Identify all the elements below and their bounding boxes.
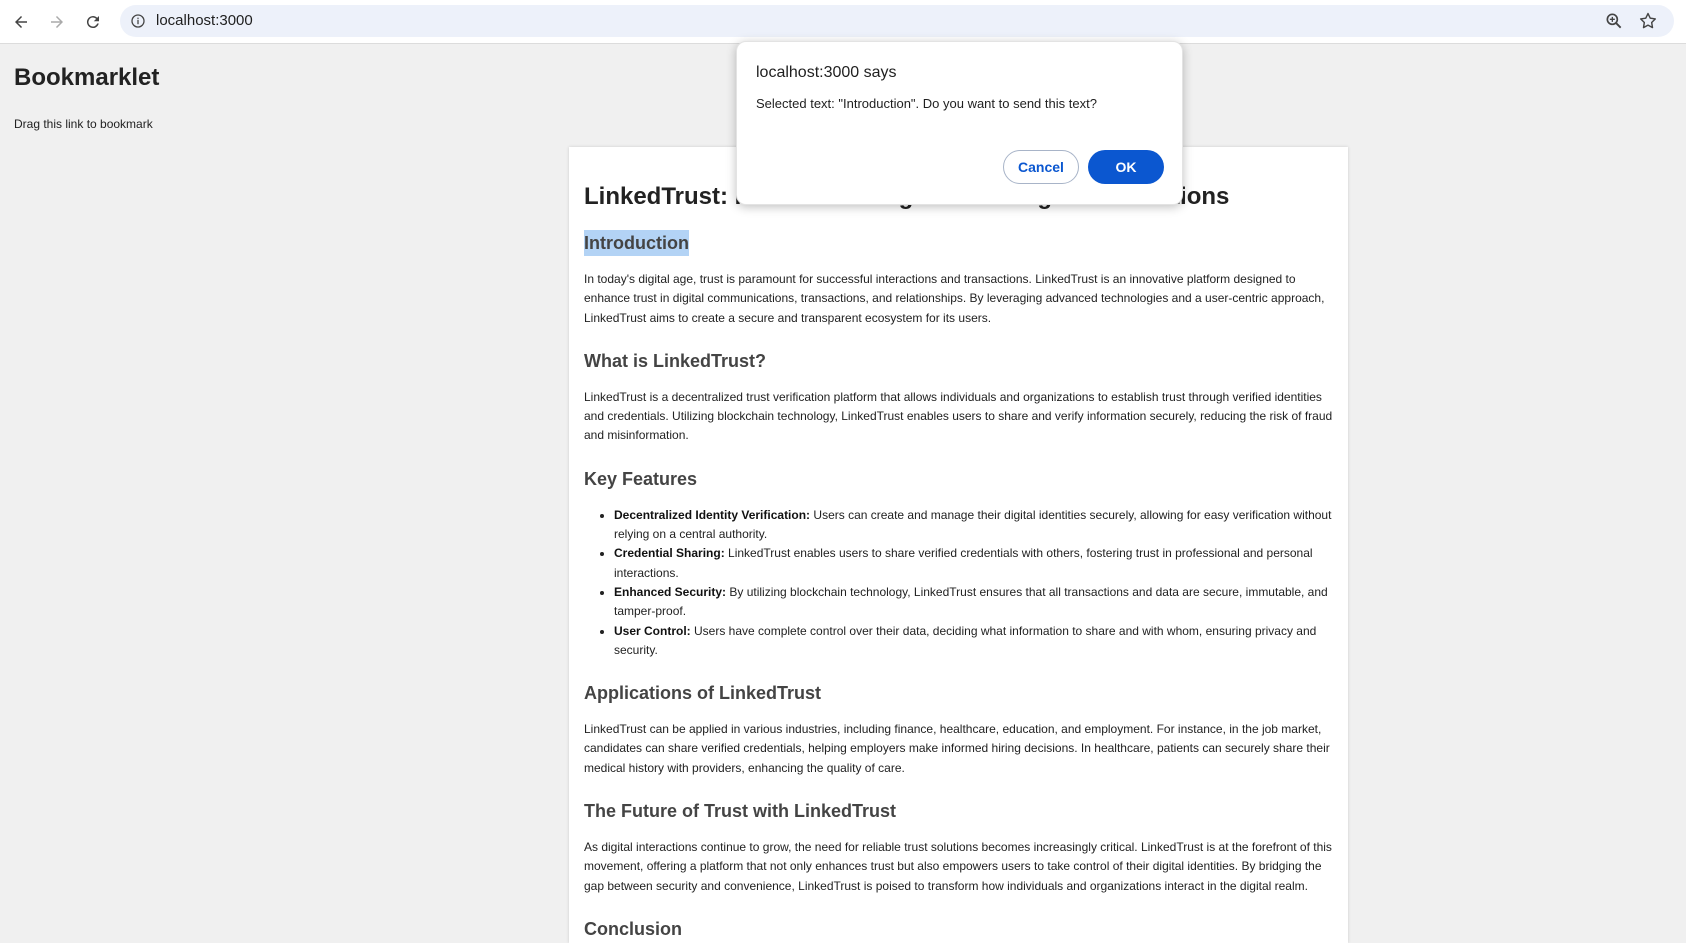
list-item: Decentralized Identity Verification: Use… bbox=[614, 506, 1333, 545]
ok-button[interactable]: OK bbox=[1088, 150, 1164, 184]
url-text[interactable]: localhost:3000 bbox=[156, 12, 253, 29]
forward-button[interactable] bbox=[43, 8, 71, 36]
article-card: LinkedTrust: Revolutionizing Trust in Di… bbox=[569, 147, 1348, 943]
feature-name: Decentralized Identity Verification: bbox=[614, 507, 811, 522]
bookmarklet-link[interactable]: Drag this link to bookmark bbox=[14, 117, 153, 131]
feature-text: Users have complete control over their d… bbox=[614, 623, 1317, 657]
reload-button[interactable] bbox=[79, 8, 107, 36]
reload-icon bbox=[86, 16, 99, 29]
future-paragraph: As digital interactions continue to grow… bbox=[584, 840, 1332, 893]
what-heading: What is LinkedTrust? bbox=[584, 350, 767, 371]
intro-heading: Introduction bbox=[584, 230, 689, 256]
browser-toolbar: localhost:3000 bbox=[0, 0, 1686, 44]
page-title: Bookmarklet bbox=[14, 64, 160, 91]
features-list: Decentralized Identity Verification: Use… bbox=[584, 506, 1333, 660]
what-paragraph: LinkedTrust is a decentralized trust ver… bbox=[584, 389, 1333, 443]
future-heading: The Future of Trust with LinkedTrust bbox=[584, 801, 897, 822]
back-button[interactable] bbox=[7, 8, 35, 36]
bookmark-star-icon[interactable] bbox=[1638, 11, 1658, 31]
features-heading: Key Features bbox=[584, 468, 698, 489]
list-item: Credential Sharing: LinkedTrust enables … bbox=[614, 544, 1333, 583]
alert-dialog: localhost:3000 says Selected text: "Intr… bbox=[736, 41, 1183, 205]
feature-name: Enhanced Security: bbox=[614, 584, 727, 599]
intro-paragraph: In today's digital age, trust is paramou… bbox=[584, 272, 1325, 325]
dialog-message: Selected text: "Introduction". Do you wa… bbox=[756, 96, 1097, 111]
conclusion-heading: Conclusion bbox=[584, 918, 682, 939]
address-bar[interactable]: localhost:3000 bbox=[120, 5, 1674, 37]
feature-name: User Control: bbox=[614, 623, 691, 638]
cancel-button[interactable]: Cancel bbox=[1003, 150, 1079, 184]
list-item: User Control: Users have complete contro… bbox=[614, 622, 1333, 661]
applications-paragraph: LinkedTrust can be applied in various in… bbox=[584, 722, 1330, 775]
applications-heading: Applications of LinkedTrust bbox=[584, 683, 822, 704]
dialog-title: localhost:3000 says bbox=[756, 64, 897, 81]
site-info-icon[interactable] bbox=[128, 11, 148, 31]
list-item: Enhanced Security: By utilizing blockcha… bbox=[614, 583, 1333, 622]
feature-name: Credential Sharing: bbox=[614, 546, 725, 561]
arrow-left-icon bbox=[15, 16, 27, 28]
zoom-icon[interactable] bbox=[1604, 11, 1624, 31]
arrow-right-icon bbox=[51, 16, 63, 28]
